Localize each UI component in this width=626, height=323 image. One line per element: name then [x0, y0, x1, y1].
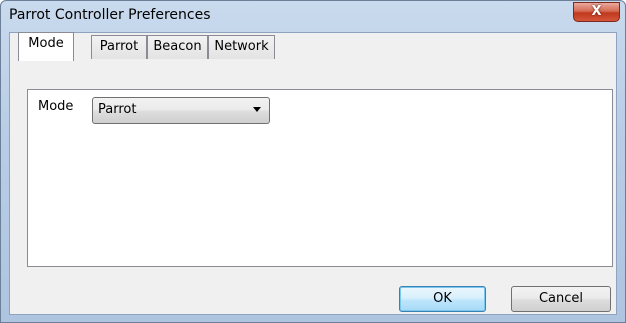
- tab-parrot[interactable]: Parrot: [91, 35, 147, 59]
- mode-dropdown[interactable]: Parrot: [92, 97, 270, 124]
- tab-beacon-label: Beacon: [153, 39, 202, 54]
- ok-button-label: OK: [433, 291, 452, 306]
- tab-mode[interactable]: Mode: [18, 32, 74, 61]
- preferences-window: Parrot Controller Preferences X Mode Par…: [0, 0, 626, 323]
- ok-button[interactable]: OK: [399, 286, 486, 312]
- close-icon: X: [591, 4, 602, 19]
- tab-network-label: Network: [214, 39, 269, 54]
- window-title: Parrot Controller Preferences: [9, 7, 211, 23]
- title-bar[interactable]: Parrot Controller Preferences X: [1, 1, 625, 31]
- tab-parrot-label: Parrot: [99, 39, 139, 54]
- dropdown-arrow-icon: [253, 107, 261, 112]
- tab-mode-label: Mode: [28, 36, 64, 51]
- tab-network[interactable]: Network: [208, 35, 275, 59]
- close-button[interactable]: X: [573, 2, 620, 22]
- mode-label: Mode: [38, 99, 74, 114]
- cancel-button-label: Cancel: [538, 291, 584, 306]
- mode-dropdown-value: Parrot: [98, 102, 137, 117]
- cancel-button[interactable]: Cancel: [511, 286, 611, 312]
- mode-tab-panel: Mode Parrot: [27, 89, 613, 267]
- tab-beacon[interactable]: Beacon: [147, 35, 208, 59]
